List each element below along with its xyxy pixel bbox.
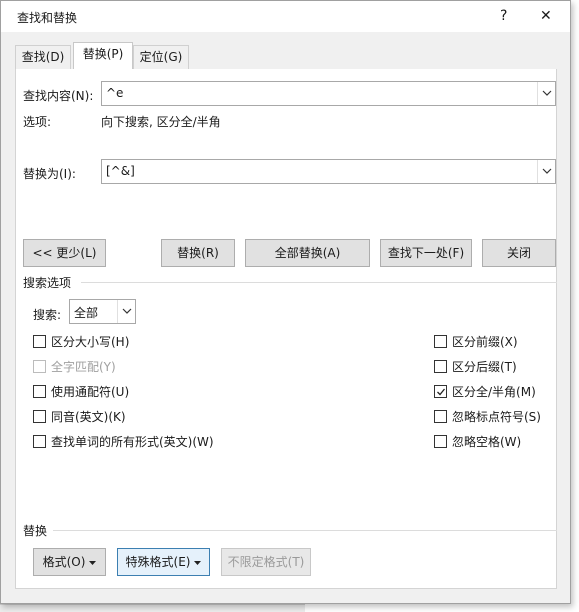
- checkbox-label: 区分前缀(X): [452, 335, 518, 349]
- find-input[interactable]: ^e: [101, 81, 556, 106]
- find-dropdown[interactable]: [537, 82, 555, 105]
- find-next-button[interactable]: 查找下一处(F): [380, 239, 472, 267]
- chevron-down-icon: [542, 90, 552, 96]
- tab-replace[interactable]: 替换(P): [73, 42, 133, 69]
- checkbox-box[interactable]: [33, 385, 46, 398]
- close-icon[interactable]: ✕: [540, 7, 552, 25]
- title-bar[interactable]: 查找和替换 ? ✕: [1, 1, 570, 32]
- checkbox-label: 全字匹配(Y): [51, 360, 116, 374]
- checkbox-box[interactable]: [434, 360, 447, 373]
- checkbox-box[interactable]: [434, 385, 447, 398]
- chevron-down-icon: [542, 168, 552, 174]
- checkbox-box[interactable]: [33, 435, 46, 448]
- checkbox-label: 区分后缀(T): [452, 360, 517, 374]
- search-direction-dropdown[interactable]: [117, 300, 135, 323]
- replace-value: [^&]: [106, 164, 135, 178]
- search-direction-value: 全部: [74, 306, 99, 320]
- caret-down-icon: [194, 560, 202, 565]
- replace-dropdown[interactable]: [537, 160, 555, 183]
- checkbox-box[interactable]: [33, 410, 46, 423]
- replace-section-title: 替换: [23, 524, 48, 538]
- replace-all-button[interactable]: 全部替换(A): [245, 239, 370, 267]
- special-format-button-label: 特殊格式(E): [125, 555, 191, 569]
- checkbox-label: 区分大小写(H): [51, 335, 130, 349]
- find-replace-dialog: 查找和替换 ? ✕ 查找(D) 替换(P) 定位(G) 查找内容(N): ^e …: [0, 0, 571, 604]
- search-options-divider: [81, 282, 557, 283]
- checkbox-label: 忽略空格(W): [452, 435, 522, 449]
- replace-label: 替换为(I):: [23, 167, 76, 181]
- close-button[interactable]: 关闭: [482, 239, 556, 267]
- document-status-strip: [0, 604, 305, 612]
- checkbox-label: 查找单词的所有形式(英文)(W): [51, 435, 214, 449]
- no-format-button[interactable]: 不限定格式(T): [221, 548, 311, 576]
- checkbox-box[interactable]: [434, 410, 447, 423]
- help-button[interactable]: ?: [500, 7, 507, 25]
- tab-goto[interactable]: 定位(G): [133, 45, 189, 69]
- checkbox-label: 使用通配符(U): [51, 385, 130, 399]
- checkbox-box[interactable]: [33, 335, 46, 348]
- special-format-button[interactable]: 特殊格式(E): [117, 548, 210, 576]
- replace-section-divider: [53, 530, 557, 531]
- checkbox-label: 区分全/半角(M): [452, 385, 536, 399]
- format-button[interactable]: 格式(O): [33, 548, 106, 576]
- search-direction-label: 搜索:: [33, 308, 62, 322]
- checkbox-box[interactable]: [434, 335, 447, 348]
- search-direction-select[interactable]: 全部: [69, 299, 136, 324]
- checkmark-icon: [437, 388, 446, 396]
- checkbox-label: 忽略标点符号(S): [452, 410, 541, 424]
- checkbox-box[interactable]: [33, 360, 46, 373]
- chevron-down-icon: [122, 308, 132, 314]
- options-value: 向下搜索, 区分全/半角: [101, 115, 221, 129]
- format-button-label: 格式(O): [42, 555, 86, 569]
- less-button[interactable]: << 更少(L): [23, 239, 106, 267]
- replace-button[interactable]: 替换(R): [161, 239, 235, 267]
- find-value: ^e: [106, 86, 124, 100]
- options-label: 选项:: [23, 115, 52, 129]
- checkbox-box[interactable]: [434, 435, 447, 448]
- replace-input[interactable]: [^&]: [101, 159, 556, 184]
- find-label: 查找内容(N):: [23, 89, 94, 103]
- tab-find[interactable]: 查找(D): [15, 45, 71, 69]
- checkbox-label: 同音(英文)(K): [51, 410, 126, 424]
- search-options-title: 搜索选项: [23, 276, 72, 290]
- caret-down-icon: [89, 560, 97, 565]
- replace-panel: [15, 69, 557, 589]
- dialog-title: 查找和替换: [17, 11, 78, 25]
